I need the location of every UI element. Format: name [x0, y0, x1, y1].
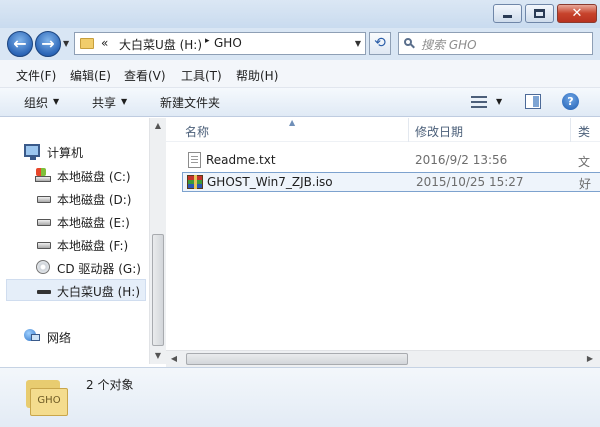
address-overflow-chevron[interactable]: « [101, 36, 108, 50]
search-icon [404, 38, 415, 49]
back-arrow-icon: ← [13, 34, 27, 53]
breadcrumb-folder[interactable]: GHO [214, 36, 242, 50]
text-file-icon [188, 152, 201, 168]
nav-drive-h[interactable]: 大白菜U盘 (H:) [6, 279, 146, 301]
column-divider[interactable] [570, 118, 571, 142]
recent-pages-dropdown-icon[interactable]: ▼ [63, 39, 69, 48]
column-header-name[interactable]: 名称 [185, 123, 209, 140]
drive-icon [37, 242, 51, 249]
item-count: 2 个对象 [86, 378, 134, 392]
minimize-button[interactable] [493, 4, 522, 23]
system-drive-icon [35, 168, 51, 182]
column-header-type[interactable]: 类 [578, 123, 590, 140]
share-button[interactable]: 共享 [92, 94, 116, 111]
menu-file[interactable]: 文件(F) [16, 67, 56, 84]
refresh-button[interactable]: ⟲ [369, 32, 391, 55]
details-pane: GHO 2 个对象 [0, 367, 600, 427]
file-modified-date: 2015/10/25 15:27 [416, 175, 524, 189]
scroll-left-icon[interactable]: ◀ [166, 351, 182, 367]
scroll-up-icon[interactable]: ▲ [150, 118, 166, 134]
file-modified-date: 2016/9/2 13:56 [415, 153, 508, 167]
back-button[interactable]: ← [7, 31, 33, 57]
nav-drive-label: 本地磁盘 (D:) [57, 193, 132, 207]
preview-pane-icon[interactable] [525, 94, 541, 109]
scroll-right-icon[interactable]: ▶ [582, 351, 598, 367]
navigation-scrollbar[interactable]: ▲ ▼ [149, 118, 166, 364]
file-type: 好 [579, 177, 592, 191]
horizontal-scrollbar[interactable]: ◀ ▶ [166, 350, 600, 367]
view-dropdown-icon[interactable]: ▼ [496, 97, 502, 106]
scrollbar-thumb[interactable] [152, 234, 164, 346]
file-type: 文 [578, 155, 591, 169]
file-name: GHOST_Win7_ZJB.iso [207, 175, 333, 189]
nav-computer-label: 计算机 [47, 146, 84, 160]
address-dropdown-icon[interactable]: ▼ [355, 39, 361, 48]
address-row: ← → ▼ « 大白菜U盘 (H:) ▸ GHO ▼ ⟲ 搜索 GHO [0, 28, 600, 60]
forward-button[interactable]: → [35, 31, 61, 57]
help-icon[interactable]: ? [562, 93, 579, 110]
organize-button[interactable]: 组织 [24, 94, 48, 111]
address-bar[interactable]: « 大白菜U盘 (H:) ▸ GHO ▼ [74, 32, 366, 55]
column-header-modified[interactable]: 修改日期 [415, 123, 463, 140]
folder-icon: GHO [26, 380, 68, 416]
maximize-icon [534, 9, 545, 18]
nav-drive-label: 本地磁盘 (E:) [57, 216, 130, 230]
breadcrumb-drive[interactable]: 大白菜U盘 (H:) [119, 36, 202, 53]
search-input[interactable]: 搜索 GHO [398, 32, 593, 55]
navigation-pane: 计算机 本地磁盘 (C:) 本地磁盘 (D:) 本地磁盘 (E:) 本地磁盘 (… [0, 118, 149, 364]
organize-dropdown-icon: ▼ [53, 97, 60, 106]
scrollbar-thumb[interactable] [186, 353, 408, 365]
column-divider[interactable] [408, 118, 409, 142]
refresh-icon: ⟲ [374, 35, 386, 51]
nav-drive-e[interactable]: 本地磁盘 (E:) [0, 211, 149, 233]
breadcrumb-separator-icon[interactable]: ▸ [205, 36, 210, 46]
menu-edit[interactable]: 编辑(E) [70, 67, 111, 84]
nav-network-label: 网络 [47, 331, 72, 345]
nav-drive-d[interactable]: 本地磁盘 (D:) [0, 188, 149, 210]
nav-drive-label: 大白菜U盘 (H:) [57, 285, 141, 299]
menu-tools[interactable]: 工具(T) [181, 67, 222, 84]
nav-drive-label: 本地磁盘 (F:) [57, 239, 129, 253]
usb-drive-icon [37, 290, 51, 294]
share-dropdown-icon: ▼ [121, 97, 128, 106]
folder-thumbnail-label: GHO [30, 388, 68, 416]
cd-drive-icon [36, 260, 50, 274]
forward-arrow-icon: → [41, 34, 55, 53]
column-header-row: ▲ 名称 修改日期 类 [166, 118, 600, 142]
sort-ascending-icon: ▲ [289, 118, 296, 127]
nav-drive-label: CD 驱动器 (G:) [57, 262, 141, 276]
nav-drive-c[interactable]: 本地磁盘 (C:) [0, 165, 149, 187]
network-icon [24, 329, 40, 343]
file-name: Readme.txt [206, 153, 276, 167]
drive-icon [37, 196, 51, 203]
nav-drive-g[interactable]: CD 驱动器 (G:) [0, 257, 149, 279]
nav-network[interactable]: 网络 [0, 326, 149, 348]
close-icon: ✕ [571, 6, 583, 21]
folder-icon [80, 38, 94, 49]
menu-view[interactable]: 查看(V) [124, 67, 166, 84]
view-options-icon[interactable] [471, 96, 487, 108]
nav-drive-label: 本地磁盘 (C:) [57, 170, 131, 184]
drive-icon [37, 219, 51, 226]
file-list: ▲ 名称 修改日期 类 Readme.txt 2016/9/2 13:56 文 … [166, 118, 600, 350]
new-folder-button[interactable]: 新建文件夹 [160, 94, 220, 111]
maximize-button[interactable] [525, 4, 554, 23]
menu-help[interactable]: 帮助(H) [236, 67, 278, 84]
nav-drive-f[interactable]: 本地磁盘 (F:) [0, 234, 149, 256]
minimize-icon [503, 15, 512, 18]
menu-bar: 文件(F) 编辑(E) 查看(V) 工具(T) 帮助(H) [0, 60, 600, 88]
scroll-down-icon[interactable]: ▼ [150, 348, 166, 364]
close-button[interactable]: ✕ [557, 4, 597, 23]
command-toolbar: 组织 ▼ 共享 ▼ 新建文件夹 ▼ ? [0, 88, 600, 117]
title-bar: ✕ [0, 0, 600, 28]
file-row[interactable]: Readme.txt 2016/9/2 13:56 文 [182, 151, 600, 171]
file-row[interactable]: GHOST_Win7_ZJB.iso 2015/10/25 15:27 好 [182, 172, 600, 192]
search-placeholder: 搜索 GHO [421, 38, 477, 52]
computer-icon [24, 144, 40, 160]
nav-computer[interactable]: 计算机 [0, 141, 149, 163]
archive-file-icon [187, 175, 203, 189]
